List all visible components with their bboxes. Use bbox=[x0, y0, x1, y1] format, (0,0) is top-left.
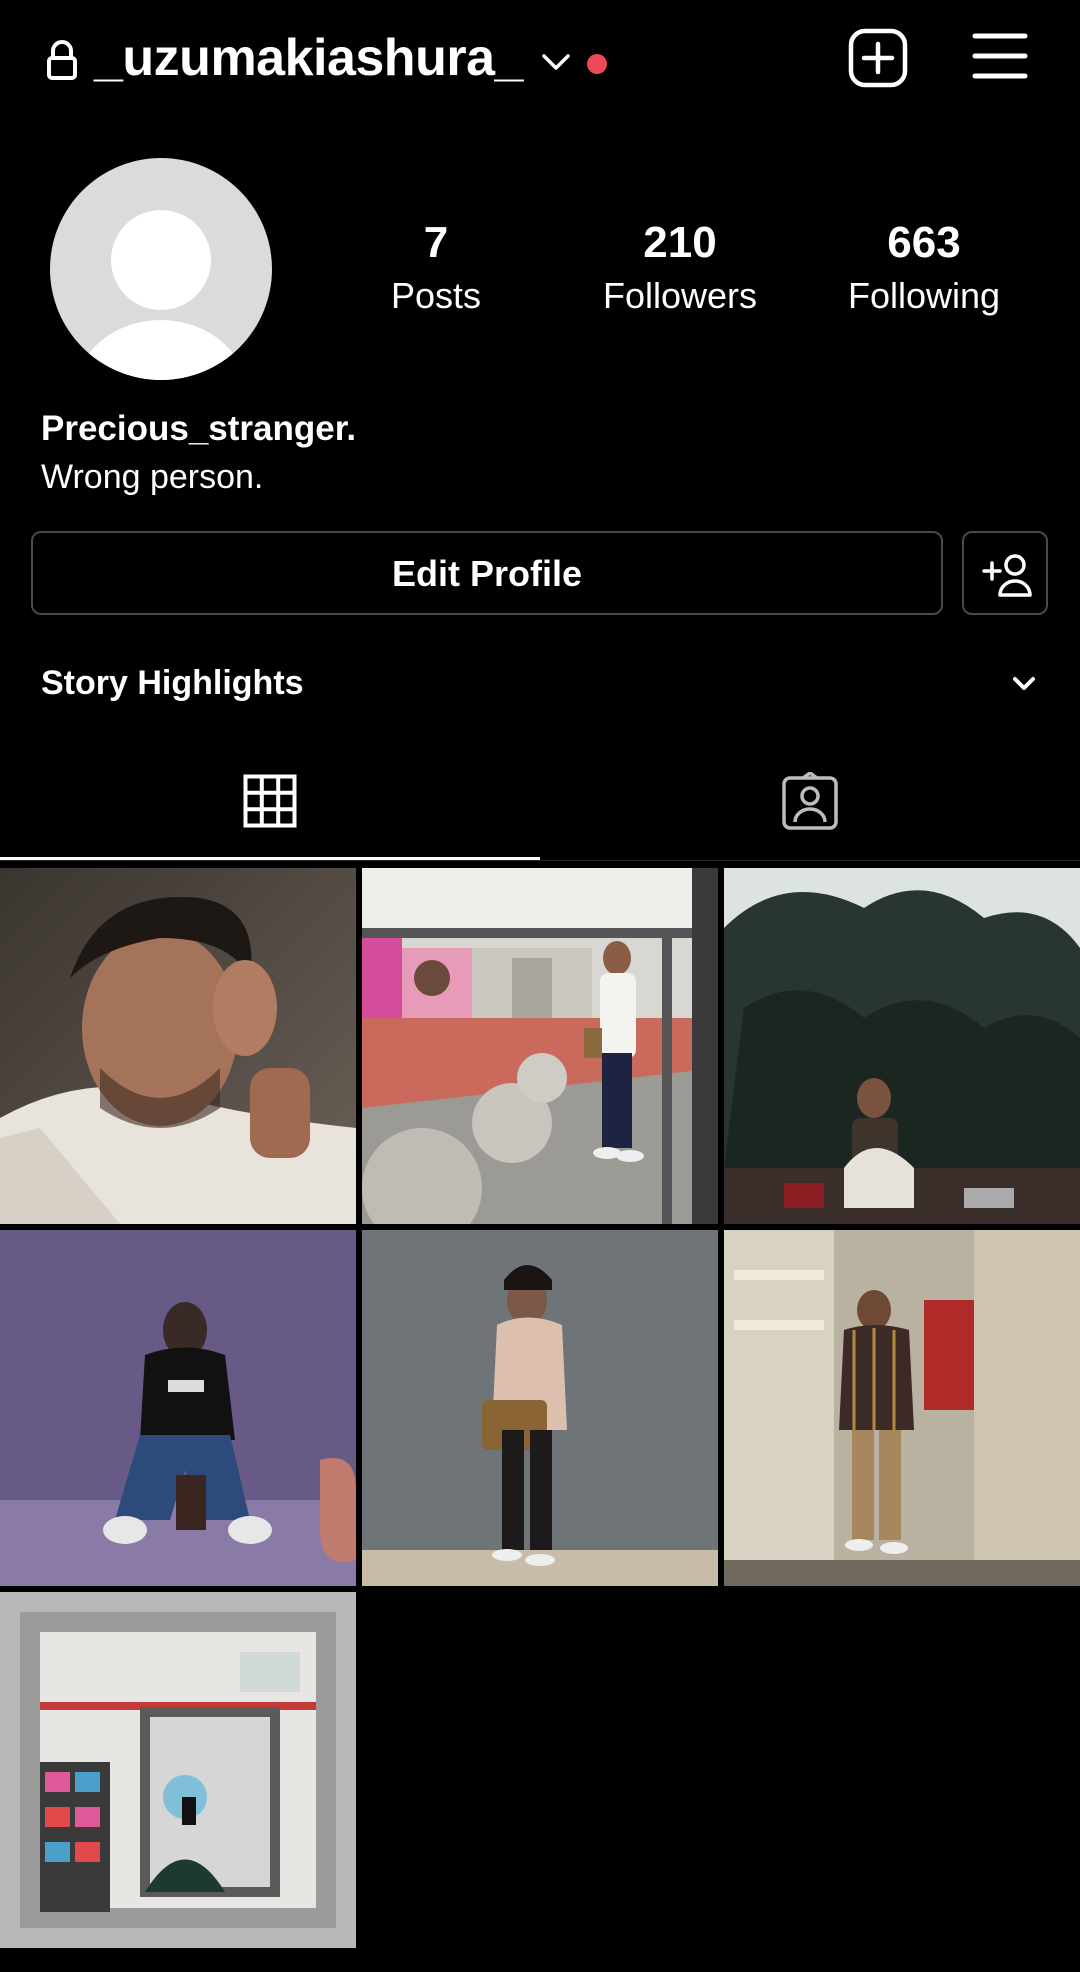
posts-count[interactable]: 7 Posts bbox=[316, 216, 556, 320]
following-count[interactable]: 663 Following bbox=[804, 216, 1044, 320]
followers-count[interactable]: 210 Followers bbox=[560, 216, 800, 320]
tab-divider bbox=[0, 860, 1080, 861]
post-thumbnail[interactable] bbox=[362, 868, 718, 1224]
chevron-down-icon[interactable] bbox=[1008, 672, 1040, 696]
post-image bbox=[0, 868, 356, 1224]
post-thumbnail[interactable] bbox=[0, 1230, 356, 1586]
tagged-person-icon bbox=[782, 772, 838, 830]
posts-count-label: Posts bbox=[390, 275, 482, 316]
new-post-icon[interactable] bbox=[848, 28, 908, 88]
tab-posts-grid[interactable] bbox=[0, 740, 540, 860]
notification-dot bbox=[587, 54, 607, 74]
account-username[interactable]: _uzumakiashura_ bbox=[94, 26, 523, 90]
top-bar: _uzumakiashura_ bbox=[0, 0, 1080, 120]
following-count-label: Following bbox=[847, 275, 1001, 316]
posts-count-value: 7 bbox=[423, 218, 449, 267]
followers-count-value: 210 bbox=[643, 218, 717, 267]
post-thumbnail[interactable] bbox=[362, 1230, 718, 1586]
post-thumbnail[interactable] bbox=[724, 868, 1080, 1224]
post-image bbox=[724, 1230, 1080, 1586]
profile-bio: Wrong person. bbox=[41, 458, 264, 496]
story-highlights-label[interactable]: Story Highlights bbox=[41, 660, 304, 706]
followers-count-label: Followers bbox=[602, 275, 758, 316]
lock-icon bbox=[47, 40, 77, 80]
default-avatar-icon bbox=[75, 210, 247, 380]
discover-people-button[interactable] bbox=[962, 531, 1048, 615]
post-thumbnail[interactable] bbox=[0, 868, 356, 1224]
following-count-value: 663 bbox=[887, 218, 961, 267]
chevron-down-icon[interactable] bbox=[538, 48, 574, 76]
add-person-icon bbox=[982, 554, 1032, 597]
post-image bbox=[0, 1592, 356, 1948]
post-image bbox=[362, 1230, 718, 1586]
tab-tagged[interactable] bbox=[540, 740, 1080, 860]
post-thumbnail[interactable] bbox=[724, 1230, 1080, 1586]
profile-display-name: Precious_stranger. bbox=[41, 409, 357, 448]
edit-profile-button[interactable]: Edit Profile bbox=[31, 531, 943, 615]
grid-icon bbox=[243, 774, 297, 828]
profile-avatar[interactable] bbox=[50, 158, 272, 380]
menu-icon[interactable] bbox=[972, 30, 1028, 82]
post-image bbox=[0, 1230, 356, 1586]
post-image bbox=[724, 868, 1080, 1224]
post-image bbox=[362, 868, 718, 1224]
post-thumbnail[interactable] bbox=[0, 1592, 356, 1948]
